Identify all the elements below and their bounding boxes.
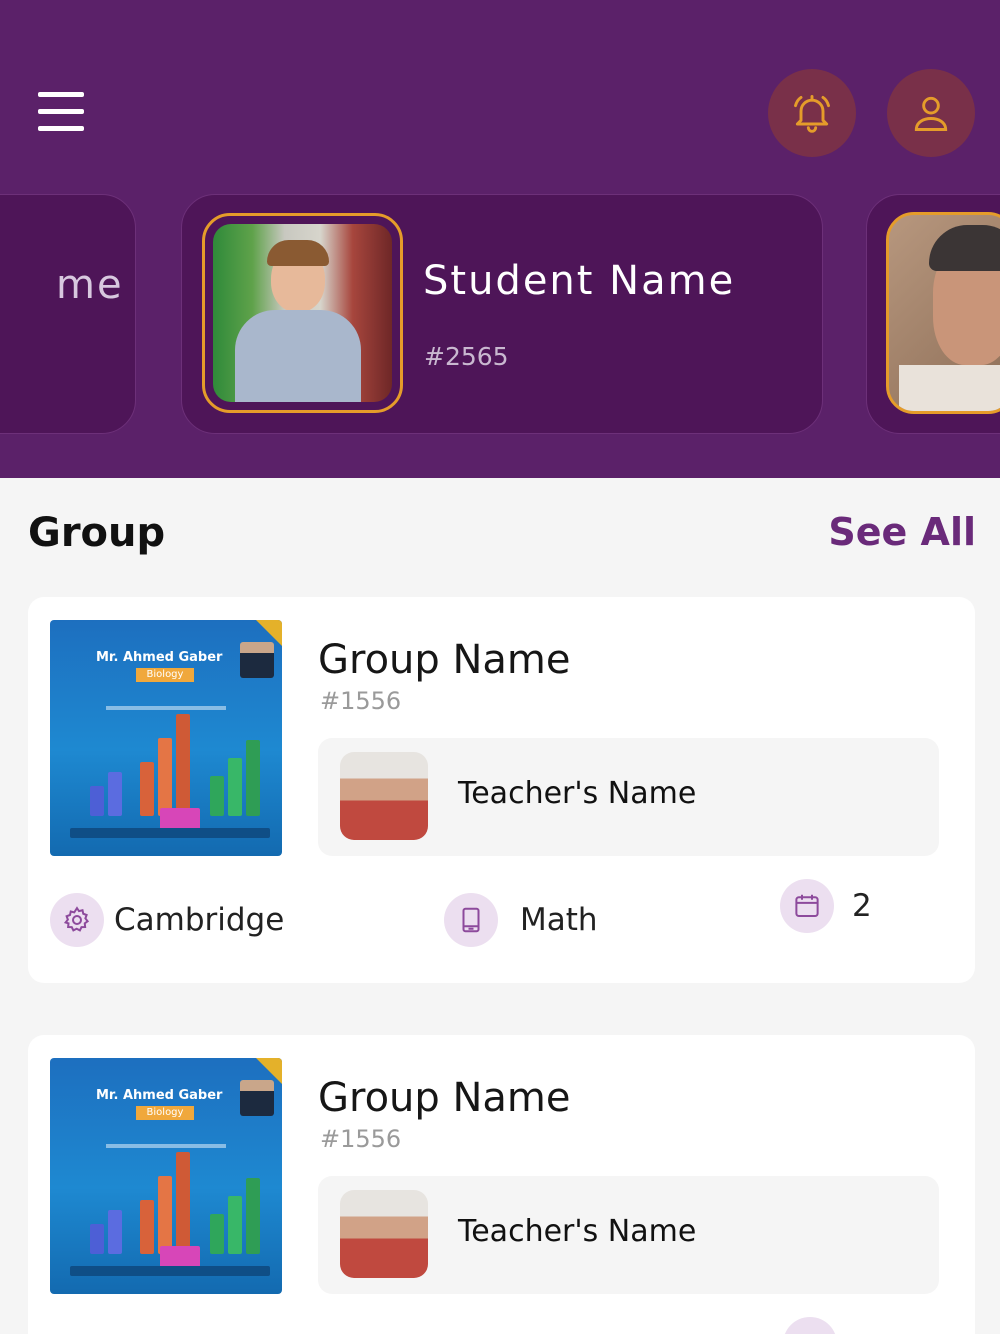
curriculum-info: Cambridge <box>50 893 284 947</box>
group-poster: Mr. Ahmed Gaber Biology <box>50 620 282 856</box>
teacher-avatar <box>340 1190 428 1278</box>
group-name: Group Name <box>318 1075 571 1121</box>
notification-button[interactable] <box>768 69 856 157</box>
sessions-count: 2 <box>852 888 872 924</box>
curriculum-label: Cambridge <box>114 902 285 938</box>
teacher-info[interactable]: Teacher's Name <box>318 1176 939 1294</box>
group-card[interactable]: Mr. Ahmed Gaber Biology Group Name #1556… <box>28 597 975 983</box>
menu-icon[interactable] <box>38 92 84 134</box>
poster-title: Mr. Ahmed Gaber <box>96 1088 223 1103</box>
book-icon <box>444 893 498 947</box>
calendar-icon <box>780 879 834 933</box>
teacher-info[interactable]: Teacher's Name <box>318 738 939 856</box>
teacher-name: Teacher's Name <box>458 776 697 811</box>
subject-info: Math <box>444 893 598 947</box>
group-poster: Mr. Ahmed Gaber Biology <box>50 1058 282 1294</box>
poster-badge: Biology <box>136 1106 194 1120</box>
top-header: me Student Name #2565 <box>0 0 1000 478</box>
student-name-previous: me <box>56 262 124 308</box>
group-name: Group Name <box>318 637 571 683</box>
poster-badge: Biology <box>136 668 194 682</box>
teacher-avatar <box>340 752 428 840</box>
sessions-info: 2 <box>780 879 872 933</box>
student-id: #2565 <box>424 342 509 371</box>
user-icon <box>914 96 948 131</box>
poster-title: Mr. Ahmed Gaber <box>96 650 223 665</box>
group-card[interactable]: Mr. Ahmed Gaber Biology Group Name #1556… <box>28 1035 975 1334</box>
bell-icon <box>794 95 830 133</box>
group-id: #1556 <box>320 687 402 715</box>
student-name: Student Name <box>423 258 736 304</box>
gear-icon <box>50 893 104 947</box>
profile-button[interactable] <box>887 69 975 157</box>
section-title: Group <box>28 510 166 556</box>
student-photo-next <box>886 212 1000 414</box>
student-photo <box>202 213 403 413</box>
subject-label: Math <box>520 902 598 938</box>
teacher-name: Teacher's Name <box>458 1214 697 1249</box>
see-all-link[interactable]: See All <box>828 510 976 554</box>
student-card-previous[interactable] <box>0 194 136 434</box>
group-id: #1556 <box>320 1125 402 1153</box>
calendar-icon <box>783 1317 837 1334</box>
